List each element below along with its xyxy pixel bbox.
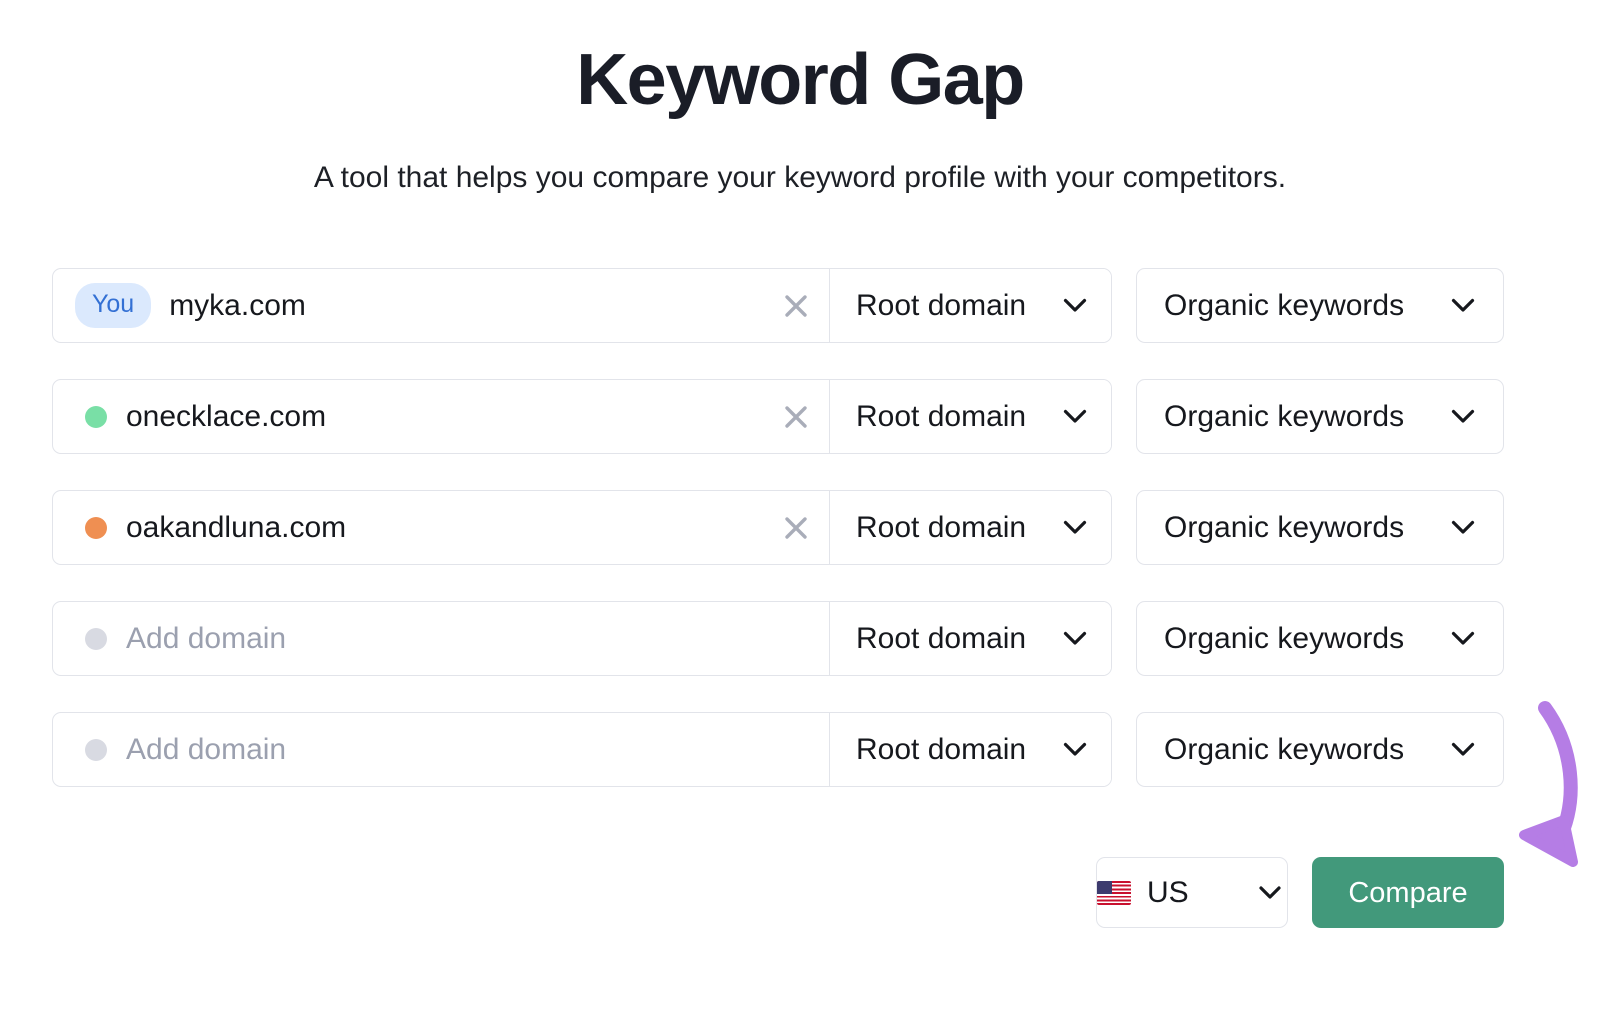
scope-select-label: Root domain <box>856 732 1027 766</box>
domain-input[interactable]: Add domain <box>53 713 829 786</box>
domain-input[interactable]: Add domain <box>53 602 829 675</box>
metric-select-label: Organic keywords <box>1164 621 1405 655</box>
domain-value: oakandluna.com <box>126 510 347 544</box>
action-bar: US Compare <box>0 857 1504 928</box>
chevron-down-icon <box>1063 631 1093 646</box>
metric-select-label: Organic keywords <box>1164 399 1405 433</box>
scope-select[interactable]: Root domain <box>830 269 1111 342</box>
domain-input[interactable]: You myka.com <box>53 269 829 342</box>
compare-button[interactable]: Compare <box>1312 857 1504 928</box>
domain-input-group: Add domain Root domain <box>52 712 1112 787</box>
metric-select-label: Organic keywords <box>1164 732 1405 766</box>
chevron-down-icon <box>1063 409 1093 424</box>
domain-color-dot <box>85 405 107 428</box>
scope-select-label: Root domain <box>856 510 1027 544</box>
domain-row: oakandluna.com Root domain Organic keyword… <box>52 490 1504 565</box>
chevron-down-icon <box>1451 520 1481 535</box>
domain-row: onecklace.com Root domain Organic keywords <box>52 379 1504 454</box>
chevron-down-icon <box>1451 742 1481 757</box>
chevron-down-icon <box>1063 298 1093 313</box>
scope-select-label: Root domain <box>856 399 1027 433</box>
country-select[interactable]: US <box>1096 857 1288 928</box>
page-title: Keyword Gap <box>576 40 1025 120</box>
country-select-label: US <box>1147 875 1189 909</box>
domain-row: Add domain Root domain Organic keywords <box>52 712 1504 787</box>
scope-select[interactable]: Root domain <box>830 602 1111 675</box>
us-flag-icon <box>1097 880 1131 905</box>
scope-select-label: Root domain <box>856 288 1027 322</box>
domain-input-group: You myka.com Root domain <box>52 268 1112 343</box>
domain-color-dot <box>85 738 107 761</box>
close-icon <box>785 294 807 317</box>
clear-domain-button[interactable] <box>777 398 815 436</box>
metric-select[interactable]: Organic keywords <box>1136 712 1504 787</box>
scope-select[interactable]: Root domain <box>830 380 1111 453</box>
metric-select-label: Organic keywords <box>1164 510 1405 544</box>
domain-input[interactable]: oakandluna.com <box>53 491 829 564</box>
close-icon <box>785 405 807 428</box>
metric-select[interactable]: Organic keywords <box>1136 268 1504 343</box>
scope-select[interactable]: Root domain <box>830 491 1111 564</box>
domain-value: myka.com <box>169 288 306 322</box>
scope-select-label: Root domain <box>856 621 1027 655</box>
clear-domain-button[interactable] <box>777 287 815 325</box>
domain-input-group: oakandluna.com Root domain <box>52 490 1112 565</box>
clear-domain-button[interactable] <box>777 509 815 547</box>
chevron-down-icon <box>1063 742 1093 757</box>
metric-select[interactable]: Organic keywords <box>1136 379 1504 454</box>
you-badge: You <box>75 283 152 328</box>
keyword-gap-page: Keyword Gap A tool that helps you compar… <box>0 0 1600 1023</box>
metric-select[interactable]: Organic keywords <box>1136 601 1504 676</box>
close-icon <box>785 516 807 539</box>
domain-input[interactable]: onecklace.com <box>53 380 829 453</box>
metric-select-label: Organic keywords <box>1164 288 1405 322</box>
scope-select[interactable]: Root domain <box>830 713 1111 786</box>
domain-input-group: Add domain Root domain <box>52 601 1112 676</box>
domain-rows-list: You myka.com Root domain Organic keywords on… <box>52 268 1504 823</box>
domain-color-dot <box>85 516 107 539</box>
domain-row: Add domain Root domain Organic keywords <box>52 601 1504 676</box>
chevron-down-icon <box>1063 520 1093 535</box>
metric-select[interactable]: Organic keywords <box>1136 490 1504 565</box>
domain-placeholder: Add domain <box>126 732 287 766</box>
page-subtitle: A tool that helps you compare your keywo… <box>313 161 1287 194</box>
domain-input-group: onecklace.com Root domain <box>52 379 1112 454</box>
chevron-down-icon <box>1259 885 1287 900</box>
domain-row: You myka.com Root domain Organic keywords <box>52 268 1504 343</box>
chevron-down-icon <box>1451 631 1481 646</box>
domain-placeholder: Add domain <box>126 621 287 655</box>
chevron-down-icon <box>1451 409 1481 424</box>
chevron-down-icon <box>1451 298 1481 313</box>
domain-color-dot <box>85 627 107 650</box>
domain-value: onecklace.com <box>126 399 327 433</box>
